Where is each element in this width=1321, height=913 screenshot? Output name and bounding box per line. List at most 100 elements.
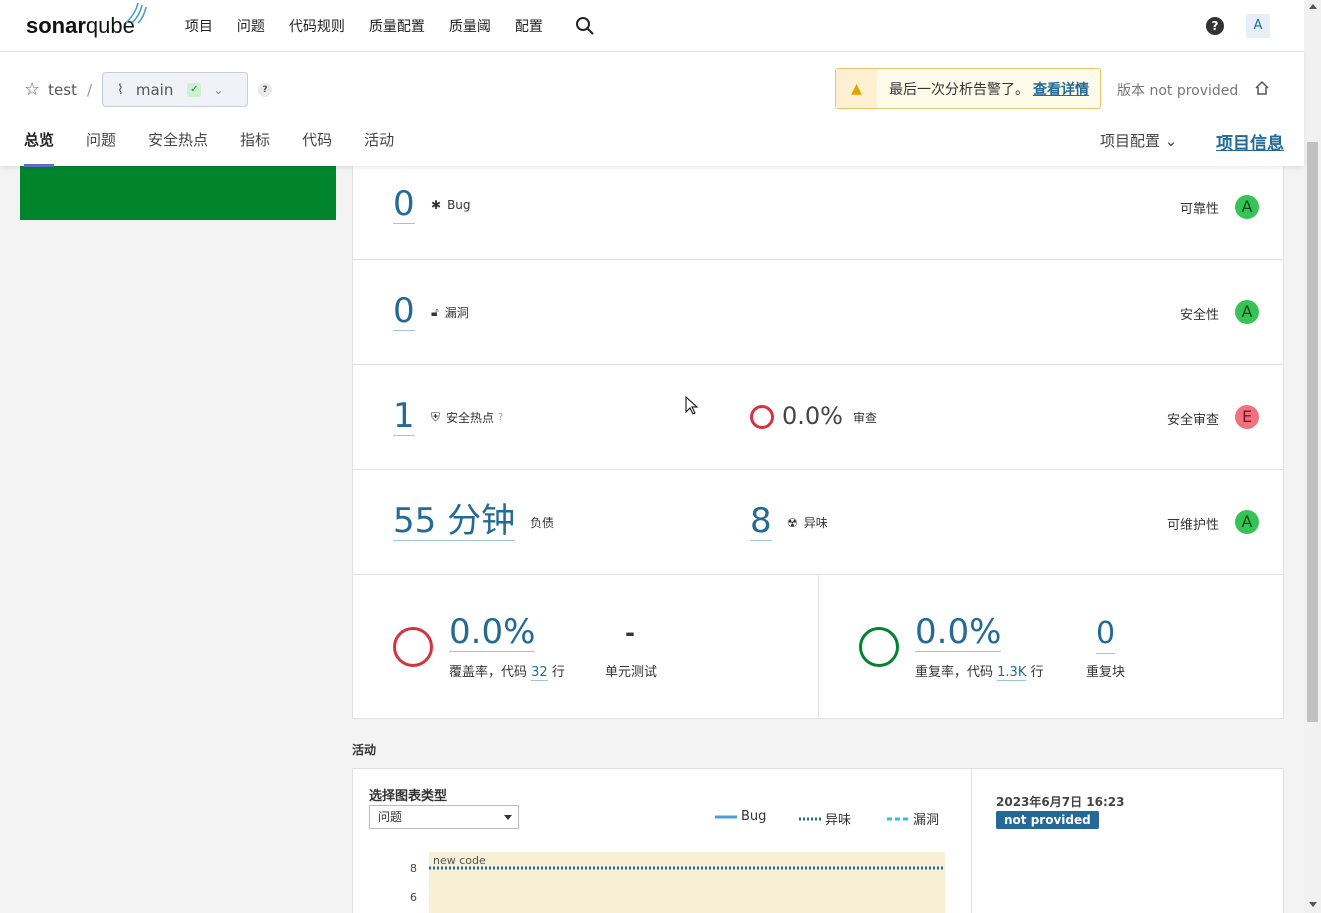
radiation-icon: ☢ [787, 515, 798, 530]
favorite-star-icon[interactable]: ☆ [24, 79, 40, 100]
activity-title: 活动 [352, 743, 377, 757]
bug-icon: ✱ [431, 198, 442, 212]
duplication-lines-link[interactable]: 1.3K [997, 665, 1027, 681]
duplication-label: 重复率，代码 1.3K 行 [915, 665, 1044, 681]
tab-overview[interactable]: 总览 [24, 129, 55, 167]
reliability-rating[interactable]: A [1235, 195, 1259, 219]
activity-chart: new code 8 6 [410, 852, 945, 913]
legend-vulnerability: 漏洞 [887, 813, 940, 828]
tab-measures[interactable]: 指标 [240, 129, 270, 167]
tab-issues[interactable]: 问题 [86, 129, 116, 167]
coverage-ring [393, 627, 433, 667]
debt-value[interactable]: 55 分钟 [393, 502, 516, 541]
y-tick-label: 6 [410, 891, 417, 904]
new-code-area [429, 852, 945, 913]
scrollbar-thumb[interactable] [1307, 142, 1318, 722]
nav-quality-gates[interactable]: 质量阈 [449, 16, 491, 36]
duplication-ring [859, 627, 899, 667]
y-tick-label: 8 [410, 862, 417, 875]
branch-name: main [135, 80, 174, 99]
avatar[interactable]: A [1246, 14, 1270, 38]
tab-hotspots[interactable]: 安全热点 [148, 129, 208, 167]
duplication-value[interactable]: 0.0% [915, 613, 1002, 652]
project-tabs: 总览 问题 安全热点 指标 代码 活动 [24, 129, 426, 167]
coverage-label: 覆盖率，代码 32 行 [449, 665, 565, 681]
quality-gate-status-panel [20, 166, 336, 220]
code-smells-count[interactable]: 8 [750, 502, 772, 541]
security-review-rating[interactable]: E [1235, 405, 1259, 429]
main-nav: 项目 问题 代码规则 质量配置 质量阈 配置 [185, 16, 567, 36]
analysis-warning-banner: ▲ 最后一次分析告警了。 查看详情 [835, 68, 1101, 109]
project-settings-menu[interactable]: 项目配置 ⌄ [1100, 130, 1177, 151]
legend-code-smell: 异味 [799, 813, 852, 828]
vulnerabilities-row: 0 🔓︎ 漏洞 安全性 A [352, 260, 1284, 365]
nav-quality-profiles[interactable]: 质量配置 [369, 16, 425, 36]
page-scrollbar[interactable] [1304, 0, 1321, 913]
home-icon[interactable] [1254, 80, 1270, 96]
project-header: ☆ test / ⌇ main ✓ ⌄ ? ▲ 最后一次分析告警了。 查看详情 … [0, 52, 1304, 167]
hotspots-count[interactable]: 1 [393, 397, 415, 436]
nav-projects[interactable]: 项目 [185, 16, 213, 36]
mouse-cursor-icon [685, 396, 699, 415]
search-icon[interactable] [575, 16, 595, 36]
hotspots-reviewed-pct[interactable]: 0.0% [782, 402, 843, 430]
debt-label: 负债 [530, 516, 555, 530]
scroll-up-arrow-icon[interactable] [1309, 4, 1317, 9]
tab-activity[interactable]: 活动 [364, 129, 394, 167]
shield-icon: ⛨ [431, 410, 441, 424]
activity-card: 选择图表类型 问题 Bug 异味 漏洞 new code 8 6 2023年6月… [352, 768, 1284, 913]
nav-rules[interactable]: 代码规则 [289, 16, 345, 36]
branch-help-icon[interactable]: ? [258, 82, 273, 97]
legend-bug: Bug [715, 809, 767, 824]
warning-icon: ▲ [836, 69, 877, 108]
activity-divider [971, 769, 972, 913]
code-smells-label: ☢ 异味 [787, 515, 828, 531]
vulnerabilities-count[interactable]: 0 [393, 292, 415, 331]
dropdown-arrow-icon [504, 815, 512, 820]
chevron-down-icon: ⌄ [1164, 132, 1178, 150]
project-name[interactable]: test [48, 81, 77, 99]
chevron-down-icon: ⌄ [213, 82, 224, 97]
help-icon[interactable]: ? [1206, 17, 1224, 35]
unit-tests-value: - [625, 619, 635, 647]
hotspots-label: ⛨ 安全热点? [431, 410, 504, 425]
maintainability-row: 55 分钟 负债 8 ☢ 异味 可维护性 A [352, 470, 1284, 575]
project-info-link[interactable]: 项目信息 [1216, 129, 1284, 154]
breadcrumb: ☆ test / ⌇ main ✓ ⌄ ? [24, 72, 273, 107]
security-rating[interactable]: A [1235, 300, 1259, 324]
branch-selector[interactable]: ⌇ main ✓ ⌄ [102, 72, 249, 107]
duplicated-blocks-value[interactable]: 0 [1096, 615, 1116, 654]
hotspots-reviewed-ring [750, 405, 774, 429]
card-divider [818, 575, 819, 718]
branch-icon: ⌇ [117, 81, 124, 98]
duplicated-blocks-label: 重复块 [1086, 665, 1126, 680]
chart-type-label: 选择图表类型 [369, 789, 448, 804]
tab-code[interactable]: 代码 [302, 129, 332, 167]
coverage-value[interactable]: 0.0% [449, 613, 536, 652]
check-icon: ✓ [187, 82, 202, 97]
help-icon[interactable]: ? [498, 412, 503, 423]
hotspots-row: 1 ⛨ 安全热点? 0.0% 审查 安全审查 E [352, 365, 1284, 470]
nav-issues[interactable]: 问题 [237, 16, 265, 36]
reliability-label: 可靠性 [1179, 202, 1219, 217]
maintainability-rating[interactable]: A [1235, 510, 1259, 534]
bugs-label: ✱ Bug [431, 198, 471, 212]
analysis-date: 2023年6月7日 16:23 [996, 795, 1125, 809]
nav-administration[interactable]: 配置 [515, 16, 543, 36]
warning-details-link[interactable]: 查看详情 [1033, 79, 1089, 99]
scroll-down-arrow-icon[interactable] [1309, 902, 1317, 907]
vulnerabilities-label: 🔓︎ 漏洞 [431, 305, 469, 320]
new-code-label: new code [433, 854, 486, 867]
lock-icon: 🔓︎ [431, 305, 439, 319]
sonarqube-logo[interactable]: sonar qube [26, 2, 147, 39]
breadcrumb-separator: / [86, 80, 93, 99]
chart-type-select[interactable]: 问题 [369, 805, 519, 829]
global-navbar: sonar qube 项目 问题 代码规则 质量配置 质量阈 配置 ? A [0, 0, 1304, 52]
coverage-lines-link[interactable]: 32 [531, 665, 548, 681]
bugs-count[interactable]: 0 [393, 185, 415, 224]
version-label: 版本 not provided [1117, 83, 1239, 99]
bugs-row: 0 ✱ Bug 可靠性 A [352, 155, 1284, 260]
reviewed-label: 审查 [853, 411, 878, 425]
version-badge: not provided [996, 811, 1099, 829]
warning-text: 最后一次分析告警了。 [889, 81, 1029, 98]
